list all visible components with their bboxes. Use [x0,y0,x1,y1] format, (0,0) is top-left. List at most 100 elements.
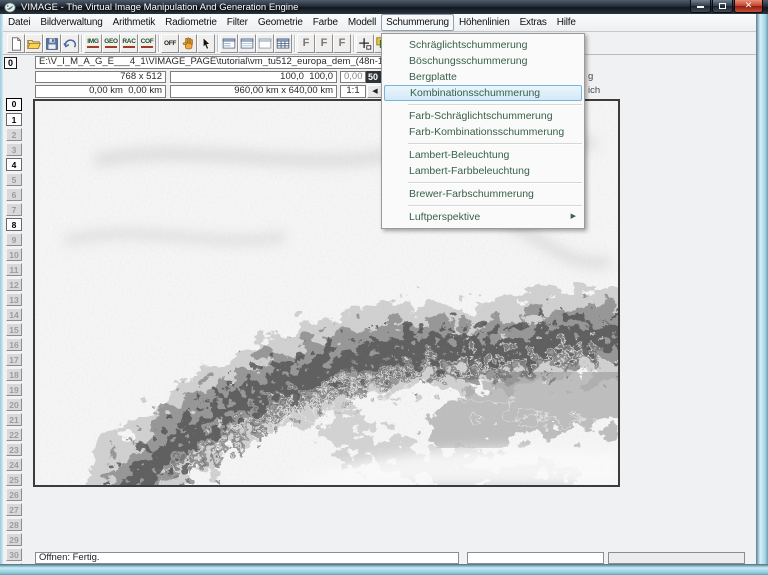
menu-item-farb-schr-glichtschummerung[interactable]: Farb-Schräglichtschummerung [382,108,584,124]
tool-underline [141,46,153,48]
image-slot-7[interactable]: 7 [6,203,22,216]
geo-tool-label: GEO [104,38,118,46]
geo-tool-button[interactable]: GEO [102,34,120,53]
image-slot-15[interactable]: 15 [6,323,22,336]
image-slot-22[interactable]: 22 [6,428,22,441]
menu-item-lambert-farbbeleuchtung[interactable]: Lambert-Farbbeleuchtung [382,163,584,179]
image-slot-29[interactable]: 29 [6,533,22,546]
cof-tool-label: COF [140,38,154,46]
maximize-button[interactable] [712,0,733,13]
hand-button[interactable] [179,34,197,53]
menubar-item-radiometrie[interactable]: Radiometrie [160,14,222,31]
rac-tool-button[interactable]: RAC [120,34,138,53]
resolution-field[interactable]: 100,0 100,0 [170,70,337,83]
image-slot-3[interactable]: 3 [6,143,22,156]
image-slot-6[interactable]: 6 [6,188,22,201]
image-slot-10[interactable]: 10 [6,248,22,261]
image-slot-1[interactable]: 1 [6,113,22,126]
image-slot-14[interactable]: 14 [6,308,22,321]
image-slot-18[interactable]: 18 [6,368,22,381]
extent-field[interactable]: 960,00 km x 640,00 km [170,85,337,98]
image-size-field[interactable]: 768 x 512 [35,70,166,83]
pointer-button[interactable] [197,34,215,53]
table-plain-icon [258,38,272,49]
image-slot-30[interactable]: 30 [6,548,22,561]
image-slot-9[interactable]: 9 [6,233,22,246]
open-folder-button[interactable] [25,34,43,53]
f-tool-label: F [338,37,346,49]
image-slot-25[interactable]: 25 [6,473,22,486]
image-slot-28[interactable]: 28 [6,518,22,531]
minimize-button[interactable] [690,0,711,13]
menu-item-brewer-farbschummerung[interactable]: Brewer-Farbschummerung [382,186,584,202]
save-button[interactable] [43,34,61,53]
menu-item-farb-kombinationsschummerung[interactable]: Farb-Kombinationsschummerung [382,124,584,140]
image-slot-23[interactable]: 23 [6,443,22,456]
f-tool-label: F [320,37,328,49]
menubar-item-filter[interactable]: Filter [222,14,253,31]
menubar-item-h-henlinien[interactable]: Höhenlinien [454,14,515,31]
image-slot-31[interactable]: 31 [6,563,22,564]
image-slot-11[interactable]: 11 [6,263,22,276]
menu-separator [382,101,584,108]
undo-button[interactable] [61,34,79,53]
new-document-button[interactable] [7,34,25,53]
min-value-field[interactable]: 0,00 [340,70,366,83]
hand-icon [182,36,193,49]
f-tool-button[interactable]: F [297,34,315,53]
image-slot-26[interactable]: 26 [6,488,22,501]
image-slot-2[interactable]: 2 [6,128,22,141]
menubar-item-extras[interactable]: Extras [515,14,552,31]
titlebar[interactable]: VIMAGE - The Virtual Image Manipulation … [0,0,768,14]
image-slot-24[interactable]: 24 [6,458,22,471]
menu-item-bergplatte[interactable]: Bergplatte [382,69,584,85]
menu-item-lambert-beleuchtung[interactable]: Lambert-Beleuchtung [382,147,584,163]
image-slot-17[interactable]: 17 [6,353,22,366]
menubar-item-datei[interactable]: Datei [3,14,35,31]
menu-separator [382,140,584,147]
origin-field[interactable]: 0,00 km 0,00 km [35,85,166,98]
table-lines-button[interactable] [238,34,256,53]
menubar-item-bildverwaltung[interactable]: Bildverwaltung [35,14,107,31]
menu-item-kombinationsschummerung[interactable]: Kombinationsschummerung [384,85,582,101]
window-border-right [756,14,768,575]
image-slot-19[interactable]: 19 [6,383,22,396]
menu-item-luftperspektive[interactable]: Luftperspektive ▶ [382,209,584,225]
f-tool-button[interactable]: F [333,34,351,53]
zoom-ratio-field[interactable]: 1:1 [340,85,366,98]
menubar-item-geometrie[interactable]: Geometrie [253,14,308,31]
menubar: Datei Bildverwaltung Arithmetik Radiometrie… [3,14,756,32]
image-slot-4[interactable]: 4 [6,158,22,171]
table-plain-button[interactable] [256,34,274,53]
table-grid-button[interactable] [274,34,292,53]
image-slot-16[interactable]: 16 [6,338,22,351]
image-slot-5[interactable]: 5 [6,173,22,186]
menubar-item-hilfe[interactable]: Hilfe [552,14,581,31]
app-logo-icon [4,1,16,13]
menu-item-schr-glichtschummerung[interactable]: Schräglichtschummerung [382,37,584,53]
image-slot-12[interactable]: 12 [6,278,22,291]
current-slot-field[interactable]: 0 [4,56,17,69]
menubar-item-arithmetik[interactable]: Arithmetik [108,14,160,31]
open-folder-icon [27,39,41,49]
f-tool-button[interactable]: F [315,34,333,53]
image-slot-20[interactable]: 20 [6,398,22,411]
img-tool-button[interactable]: IMG [84,34,102,53]
image-slot-21[interactable]: 21 [6,413,22,426]
image-slot-8[interactable]: 8 [6,218,22,231]
image-slot-27[interactable]: 27 [6,503,22,516]
off-tool-button[interactable]: OFF [161,34,179,53]
toolbar-separator [156,34,161,53]
tool-underline [105,46,117,48]
crosshair-button[interactable] [356,34,374,53]
image-slot-0[interactable]: 0 [6,98,22,111]
cof-tool-button[interactable]: COF [138,34,156,53]
table-rows-button[interactable] [220,34,238,53]
close-button[interactable]: ✕ [734,0,763,13]
tool-underline [87,46,99,48]
image-slot-13[interactable]: 13 [6,293,22,306]
menubar-item-modell[interactable]: Modell [343,14,381,31]
menu-item-b-schungsschummerung[interactable]: Böschungsschummerung [382,53,584,69]
menubar-item-schummerung[interactable]: Schummerung [381,14,454,31]
menubar-item-farbe[interactable]: Farbe [308,14,343,31]
